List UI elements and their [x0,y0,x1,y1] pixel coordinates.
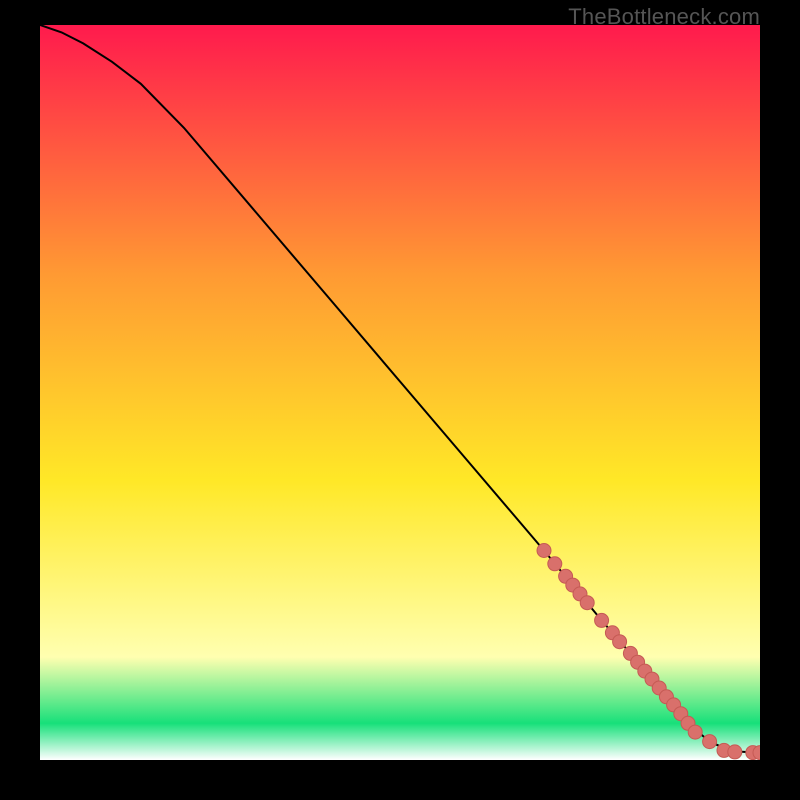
gradient-background [40,25,760,760]
chart-svg [40,25,760,760]
data-point [613,635,627,649]
data-point [580,596,594,610]
data-point [595,613,609,627]
data-point [688,725,702,739]
chart-frame: TheBottleneck.com [0,0,800,800]
plot-area [40,25,760,760]
data-point [537,544,551,558]
data-point [703,735,717,749]
data-point [548,557,562,571]
data-point [728,745,742,759]
